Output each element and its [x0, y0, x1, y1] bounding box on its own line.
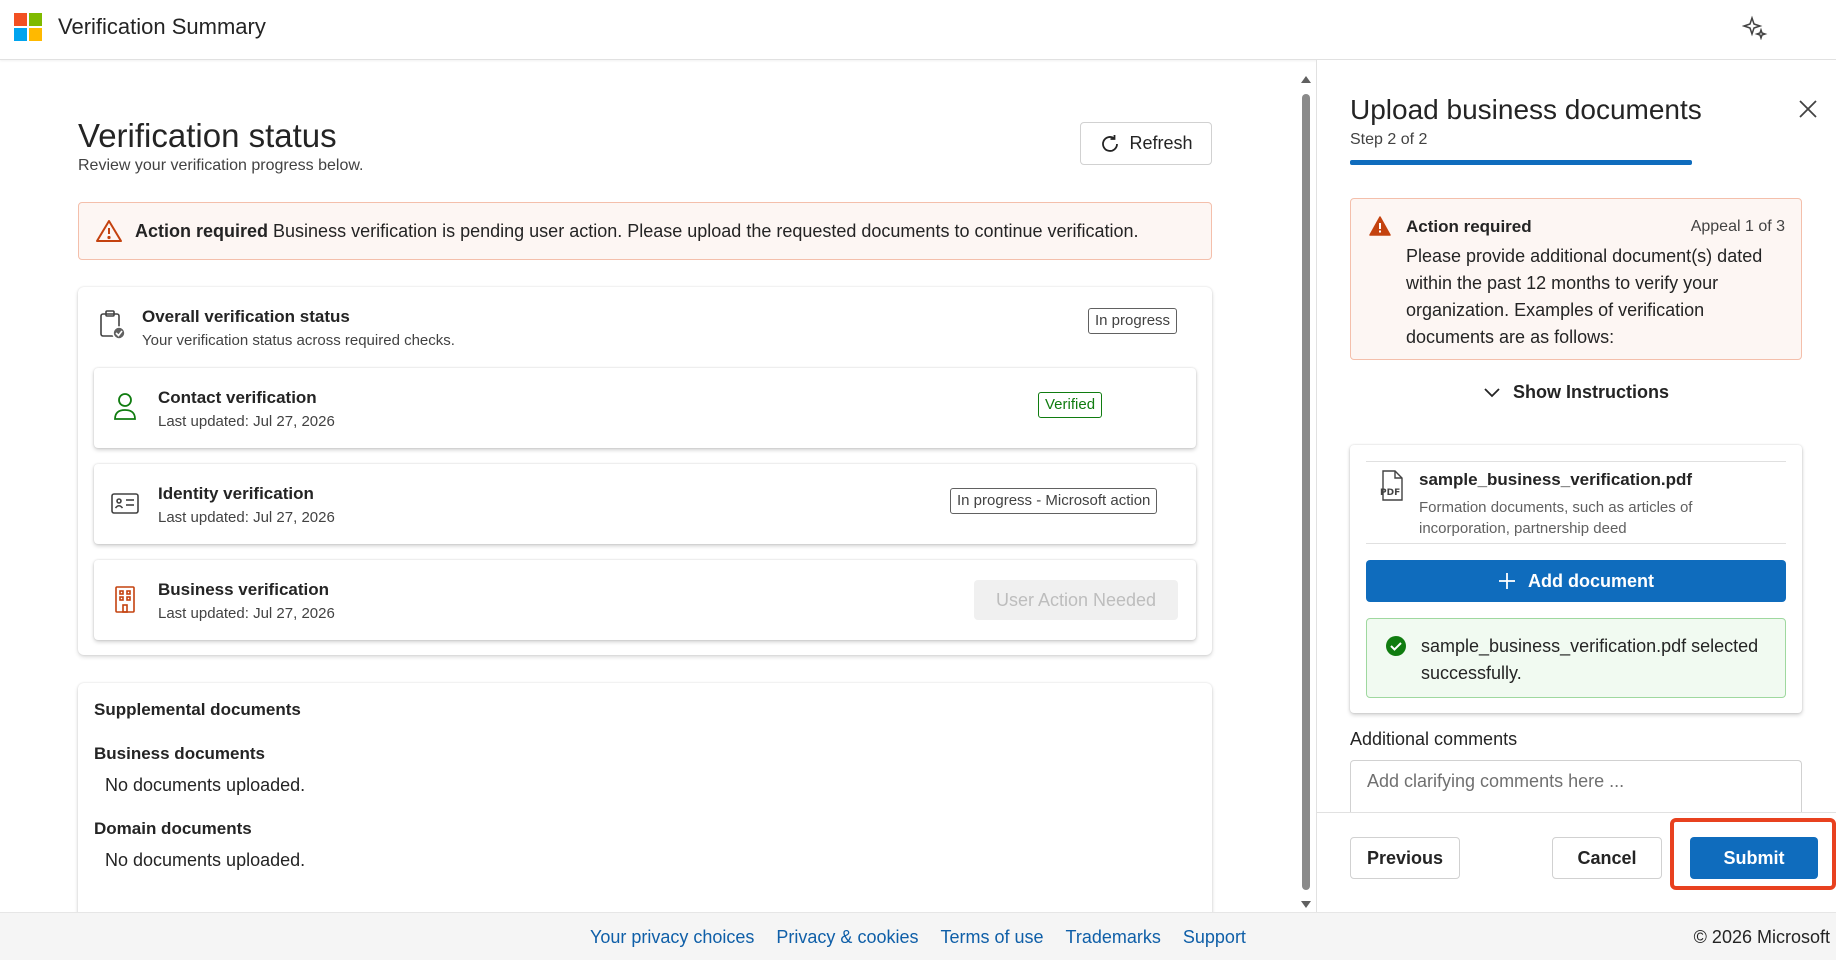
- scroll-up-arrow-icon[interactable]: [1301, 76, 1311, 83]
- step-progress-bar: [1350, 160, 1692, 165]
- document-upload-card: PDF sample_business_verification.pdf For…: [1350, 445, 1802, 713]
- divider: [1366, 543, 1786, 544]
- overall-status-subtitle: Your verification status across required…: [142, 332, 455, 349]
- document-name: sample_business_verification.pdf: [1419, 470, 1693, 489]
- copilot-sparkle-icon[interactable]: [1741, 14, 1768, 41]
- panel-footer: Previous Cancel Submit: [1317, 812, 1836, 912]
- user-action-needed-button: User Action Needed: [974, 580, 1178, 620]
- refresh-button[interactable]: Refresh: [1080, 122, 1212, 165]
- success-text: sample_business_verification.pdf selecte…: [1421, 636, 1759, 683]
- previous-button[interactable]: Previous: [1350, 837, 1460, 879]
- terms-of-use-link[interactable]: Terms of use: [940, 927, 1043, 948]
- trademarks-link[interactable]: Trademarks: [1066, 927, 1161, 948]
- main-scrollbar[interactable]: [1300, 74, 1312, 908]
- business-verification-updated: Last updated: Jul 27, 2026: [158, 605, 335, 622]
- copyright: © 2026 Microsoft: [1693, 927, 1830, 947]
- panel-action-required-alert: Action required Appeal 1 of 3 Please pro…: [1350, 198, 1802, 360]
- warning-filled-icon: [1369, 215, 1391, 237]
- business-verification-row: Business verification Last updated: Jul …: [94, 560, 1196, 640]
- domain-documents-heading: Domain documents: [94, 819, 252, 838]
- refresh-label: Refresh: [1129, 133, 1193, 153]
- show-instructions-label: Show Instructions: [1513, 382, 1670, 402]
- overall-status-title: Overall verification status: [142, 307, 350, 326]
- app-title: Verification Summary: [58, 14, 266, 39]
- overall-status-badge: In progress: [1088, 308, 1178, 334]
- close-icon: [1799, 100, 1817, 118]
- close-panel-button[interactable]: [1795, 96, 1821, 122]
- additional-comments-label: Additional comments: [1350, 729, 1518, 749]
- additional-comments-input[interactable]: [1350, 760, 1802, 814]
- top-bar: Verification Summary: [0, 0, 1836, 60]
- checkmark-circle-icon: [1385, 635, 1407, 657]
- verified-badge: Verified: [1038, 392, 1103, 418]
- in-progress-badge: In progress - Microsoft action: [950, 488, 1158, 514]
- identity-verification-updated: Last updated: Jul 27, 2026: [158, 509, 335, 526]
- verification-status-card: Overall verification status Your verific…: [78, 287, 1212, 655]
- building-icon: [110, 582, 140, 616]
- supplemental-documents-card: Supplemental documents Business document…: [78, 683, 1212, 951]
- document-description: Formation documents, such as articles of…: [1419, 499, 1693, 537]
- person-icon: [110, 390, 140, 424]
- id-card-icon: [110, 486, 140, 520]
- scroll-down-arrow-icon[interactable]: [1301, 901, 1311, 908]
- panel-alert-body: Please provide additional document(s) da…: [1406, 246, 1763, 347]
- privacy-cookies-link[interactable]: Privacy & cookies: [776, 927, 918, 948]
- panel-title: Upload business documents: [1350, 94, 1702, 125]
- privacy-choices-link[interactable]: Your privacy choices: [590, 927, 754, 948]
- pdf-file-icon: PDF: [1378, 469, 1406, 503]
- add-document-label: Add document: [1528, 570, 1654, 591]
- contact-verification-updated: Last updated: Jul 27, 2026: [158, 413, 335, 430]
- main-content: Verification status Review your verifica…: [0, 61, 1300, 951]
- identity-verification-row: Identity verification Last updated: Jul …: [94, 464, 1196, 544]
- svg-text:PDF: PDF: [1380, 488, 1400, 498]
- upload-documents-panel: Upload business documents Step 2 of 2 Ac…: [1316, 60, 1836, 912]
- contact-verification-row: Contact verification Last updated: Jul 2…: [94, 368, 1196, 448]
- warning-icon: [96, 220, 122, 242]
- appeal-counter: Appeal 1 of 3: [1690, 218, 1785, 235]
- divider: [1366, 461, 1786, 462]
- supplemental-title: Supplemental documents: [94, 700, 301, 719]
- show-instructions-toggle[interactable]: Show Instructions: [1483, 382, 1669, 403]
- cancel-button[interactable]: Cancel: [1552, 837, 1662, 879]
- add-document-button[interactable]: Add document: [1366, 560, 1786, 602]
- chevron-down-icon: [1484, 387, 1500, 397]
- panel-alert-title: Action required: [1406, 217, 1532, 236]
- page-title: Verification status: [78, 117, 337, 154]
- domain-documents-value: No documents uploaded.: [105, 850, 306, 870]
- clipboard-check-icon: [98, 309, 128, 341]
- scroll-thumb[interactable]: [1302, 94, 1310, 890]
- identity-verification-title: Identity verification: [158, 484, 314, 503]
- alert-title: Action required: [135, 220, 269, 241]
- business-documents-value: No documents uploaded.: [105, 775, 306, 795]
- upload-success-message: sample_business_verification.pdf selecte…: [1366, 618, 1786, 698]
- plus-icon: [1499, 573, 1515, 589]
- microsoft-logo-icon: [14, 13, 42, 41]
- page-footer: Your privacy choices Privacy & cookies T…: [0, 912, 1836, 960]
- footer-links: Your privacy choices Privacy & cookies T…: [590, 927, 1246, 948]
- alert-message: Business verification is pending user ac…: [273, 220, 1139, 241]
- submit-button[interactable]: Submit: [1690, 837, 1818, 879]
- panel-step-indicator: Step 2 of 2: [1350, 131, 1428, 148]
- page-subtitle: Review your verification progress below.: [78, 157, 364, 174]
- support-link[interactable]: Support: [1183, 927, 1246, 948]
- business-documents-heading: Business documents: [94, 744, 265, 763]
- refresh-icon: [1102, 134, 1119, 152]
- business-verification-title: Business verification: [158, 580, 330, 599]
- action-required-alert: Action required Business verification is…: [78, 202, 1212, 260]
- contact-verification-title: Contact verification: [158, 388, 317, 407]
